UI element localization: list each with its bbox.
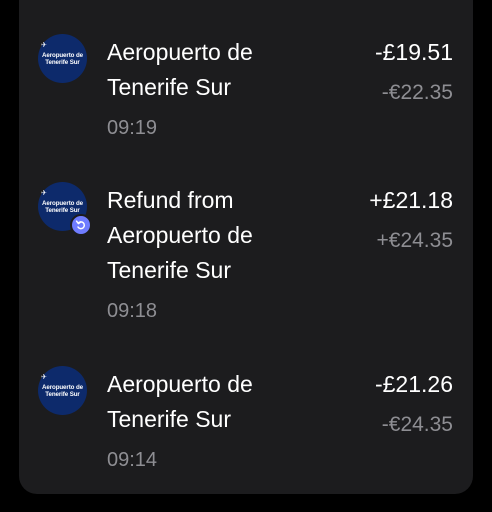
airplane-icon: ✈ bbox=[41, 42, 47, 49]
merchant-logo: ✈ Aeropuerto de Tenerife Sur bbox=[38, 34, 87, 83]
airplane-icon: ✈ bbox=[41, 190, 47, 197]
merchant-logo: ✈ Aeropuerto de Tenerife Sur bbox=[38, 366, 87, 415]
refund-icon bbox=[70, 214, 92, 236]
amount-eur: +€24.35 bbox=[376, 229, 454, 252]
logo-text: Aeropuerto de Tenerife Sur bbox=[42, 384, 83, 398]
merchant-name: Aeropuerto de Tenerife Sur bbox=[107, 39, 253, 100]
amount-gbp: -£21.26 bbox=[374, 371, 453, 397]
amount-gbp: +£21.18 bbox=[369, 187, 453, 213]
amount-eur: -€24.35 bbox=[381, 413, 453, 436]
merchant-logo: ✈ Aeropuerto de Tenerife Sur bbox=[38, 182, 92, 236]
logo-text: Aeropuerto de Tenerife Sur bbox=[42, 52, 83, 66]
airplane-icon: ✈ bbox=[41, 374, 47, 381]
merchant-name: Refund from Aeropuerto de Tenerife Sur bbox=[107, 187, 253, 283]
amount-eur: -€22.35 bbox=[381, 81, 453, 104]
merchant-name: Aeropuerto de Tenerife Sur bbox=[107, 371, 253, 432]
transaction-time: 09:18 bbox=[107, 300, 158, 322]
transactions-card: ✈ Aeropuerto de Tenerife Sur Aeropuerto … bbox=[19, 0, 473, 494]
amount-gbp: -£19.51 bbox=[374, 39, 453, 65]
transaction-time: 09:19 bbox=[107, 117, 158, 139]
transaction-time: 09:14 bbox=[107, 449, 158, 471]
logo-text: Aeropuerto de Tenerife Sur bbox=[42, 200, 83, 214]
